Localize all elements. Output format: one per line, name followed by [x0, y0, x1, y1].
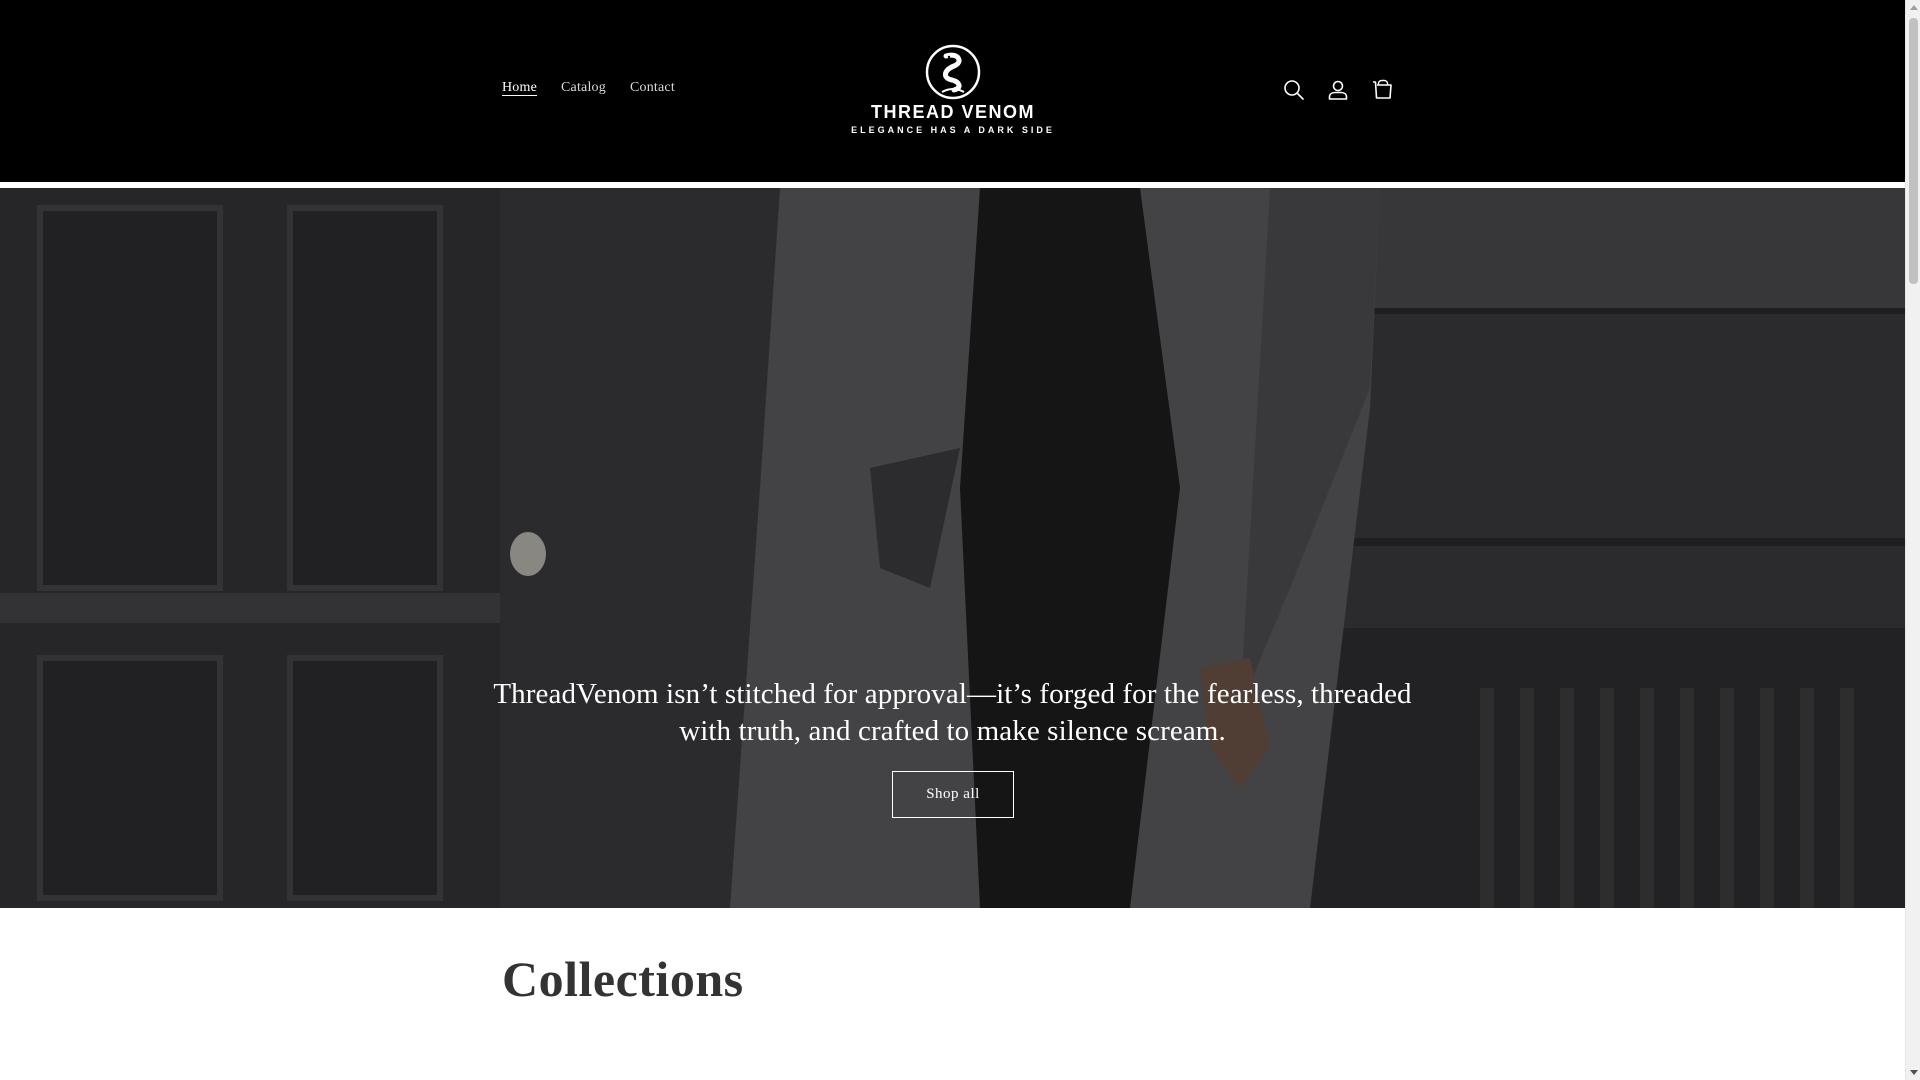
nav-contact[interactable]: Contact — [630, 80, 675, 96]
main-nav: Home Catalog Contact — [502, 80, 699, 96]
search-icon[interactable] — [1282, 78, 1306, 102]
scroll-up-icon[interactable] — [1910, 5, 1918, 10]
hero-banner: ThreadVenom isn’t stitched for approval—… — [0, 188, 1905, 908]
storefront-page: Home Catalog Contact THREAD VENOM ELEGAN… — [0, 0, 1905, 1080]
page-scrollbar[interactable] — [1905, 0, 1920, 1080]
cart-icon[interactable] — [1370, 78, 1394, 102]
account-icon[interactable] — [1326, 78, 1350, 102]
site-header: Home Catalog Contact THREAD VENOM ELEGAN… — [0, 0, 1905, 182]
brand-name: THREAD VENOM — [870, 102, 1035, 122]
scroll-down-icon[interactable] — [1910, 1070, 1918, 1075]
nav-home[interactable]: Home — [502, 80, 537, 96]
scroll-thumb[interactable] — [1909, 18, 1918, 284]
shop-all-button[interactable]: Shop all — [892, 771, 1014, 818]
brand-logo[interactable]: THREAD VENOM ELEGANCE HAS A DARK SIDE — [850, 44, 1056, 140]
collections-heading: Collections — [502, 951, 744, 1007]
cobra-logo-icon — [925, 44, 981, 100]
header-actions — [1282, 78, 1394, 102]
brand-tagline: ELEGANCE HAS A DARK SIDE — [851, 125, 1055, 135]
hero-tagline: ThreadVenom isn’t stitched for approval—… — [493, 678, 1412, 747]
nav-catalog[interactable]: Catalog — [561, 80, 606, 96]
